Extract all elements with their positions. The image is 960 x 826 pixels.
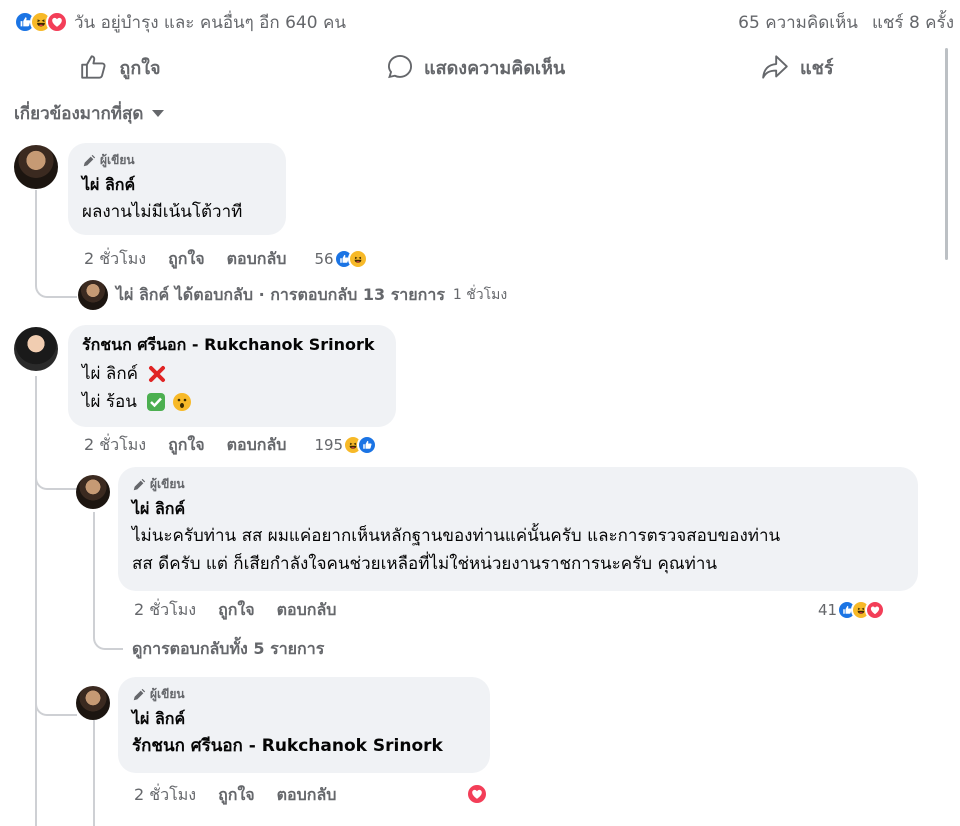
comment-meta: 2 ชั่วโมง ถูกใจ ตอบกลับ [134,597,336,623]
comment-timestamp[interactable]: 2 ชั่วโมง [134,783,196,808]
comment-reply-link[interactable]: ตอบกลับ [227,247,287,272]
comment-reply-link[interactable]: ตอบกลับ [277,783,337,808]
comment-author-name[interactable]: ไผ่ ลิกค์ [132,497,904,522]
thread-connector [35,696,77,716]
comment-text-line: ไผ่ ลิกค์ [82,360,382,388]
comment-like-link[interactable]: ถูกใจ [218,783,255,808]
comment-reaction-count[interactable]: 56 [314,249,368,269]
avatar[interactable] [14,145,58,189]
pencil-icon [132,688,146,702]
comment-reaction-count[interactable]: 195 [314,435,378,455]
like-reaction-icon [357,435,378,455]
comment-meta: 2 ชั่วโมง ถูกใจ ตอบกลับ 195 [84,432,378,458]
pencil-icon [132,478,146,492]
thread-line [35,190,37,280]
comment-bubble: ผู้เขียน ไผ่ ลิกค์ ไม่นะครับท่าน สส ผมแค… [118,467,918,591]
comment-text: ไผ่ ร้อน [82,392,137,412]
avatar [78,280,108,310]
scrollbar[interactable] [945,48,948,260]
haha-reaction-icon [347,249,368,269]
share-button-label: แชร์ [800,57,834,79]
comment-bubble-icon [387,54,413,79]
avatar[interactable] [76,686,110,720]
share-button[interactable]: แชร์ [640,46,940,88]
comment-reply-link[interactable]: ตอบกลับ [277,598,337,623]
comment-button[interactable]: แสดงความคิดเห็น [330,46,640,88]
author-badge: ผู้เขียน [132,685,476,704]
reply-summary-text: ไผ่ ลิกค์ ได้ตอบกลับ · การตอบกลับ 13 ราย… [116,284,445,304]
post-counts: 65 ความคิดเห็น แชร์ 8 ครั้ง [738,9,954,35]
author-badge-label: ผู้เขียน [150,687,185,701]
view-all-replies-link[interactable]: ดูการตอบกลับทั้ง 5 รายการ [132,636,324,662]
author-badge-label: ผู้เขียน [100,153,135,167]
thread-connector [93,634,123,650]
reaction-count-number: 41 [818,601,838,619]
avatar[interactable] [76,475,110,509]
comment-author-name[interactable]: ไผ่ ลิกค์ [82,173,272,198]
author-badge: ผู้เขียน [132,475,904,494]
comment-timestamp[interactable]: 2 ชั่วโมง [84,433,146,458]
avatar[interactable] [14,327,58,371]
love-reaction-icon [46,11,68,33]
comment-author-name[interactable]: ไผ่ ลิกค์ [132,707,476,732]
mentioned-user-tag[interactable]: รักชนก ศรีนอก - Rukchanok Srinork [132,732,476,760]
reaction-count-number: 56 [314,250,334,268]
comment-text: สส ดีครับ แต่ ก็เสียกำลังใจคนช่วยเหลือที… [132,554,717,574]
reaction-summary-text[interactable]: วัน อยู่บำรุง และ คนอื่นๆ อีก 640 คน [74,9,346,36]
share-count[interactable]: แชร์ 8 ครั้ง [872,9,954,36]
love-reaction-icon [466,783,488,805]
comment-filter-dropdown[interactable]: เกี่ยวข้องมากที่สุด [14,100,165,126]
thread-connector [35,278,77,298]
comment-text: ไผ่ ลิกค์ [82,364,138,384]
thread-line [93,512,95,637]
comment-text: ไม่นะครับท่าน สส ผมแค่อยากเห็นหลักฐานของ… [132,526,781,546]
comment-like-link[interactable]: ถูกใจ [168,247,205,272]
share-arrow-icon [762,55,788,79]
view-replies-link[interactable]: ไผ่ ลิกค์ ได้ตอบกลับ · การตอบกลับ 13 ราย… [78,280,507,310]
comment-author-name[interactable]: รักชนก ศรีนอก - Rukchanok Srinork [82,333,382,358]
pencil-icon [82,154,96,168]
thread-line [93,720,95,826]
comment-count[interactable]: 65 ความคิดเห็น [738,9,858,36]
comment-like-link[interactable]: ถูกใจ [218,598,255,623]
comment-meta: 2 ชั่วโมง ถูกใจ ตอบกลับ [134,782,336,808]
comment-reaction-count[interactable]: 41 [818,597,886,623]
reaction-summary[interactable]: วัน อยู่บำรุง และ คนอื่นๆ อีก 640 คน [14,9,346,35]
comment-like-link[interactable]: ถูกใจ [168,433,205,458]
comment-bubble: ผู้เขียน ไผ่ ลิกค์ รักชนก ศรีนอก - Rukch… [118,677,490,773]
comment-reaction-count[interactable] [466,783,488,805]
comment-filter-label: เกี่ยวข้องมากที่สุด [14,103,144,124]
comment-text: ผลงานไม่มีเน้นโต้วาที [82,202,243,222]
comment-reply-link[interactable]: ตอบกลับ [227,433,287,458]
post-action-bar: ถูกใจ แสดงความคิดเห็น แชร์ [0,46,940,88]
like-button[interactable]: ถูกใจ [0,46,330,88]
thumbs-up-icon [81,55,106,79]
thread-line [35,376,37,826]
caret-down-icon [152,110,165,117]
comment-button-label: แสดงความคิดเห็น [424,57,566,79]
cross-mark-icon [149,366,166,382]
comment-timestamp[interactable]: 2 ชั่วโมง [84,247,146,272]
love-reaction-icon [865,600,886,620]
comment-bubble: รักชนก ศรีนอก - Rukchanok Srinork ไผ่ ลิ… [68,325,396,427]
author-badge: ผู้เขียน [82,151,272,170]
like-button-label: ถูกใจ [119,57,161,79]
view-replies-text: ดูการตอบกลับทั้ง 5 รายการ [132,638,325,658]
reaction-count-number: 195 [314,436,344,454]
thread-connector [35,470,77,490]
author-badge-label: ผู้เขียน [150,477,185,491]
reply-summary-time: 1 ชั่วโมง [452,287,508,303]
comment-text-line: ไผ่ ร้อน [82,388,382,416]
comment-meta: 2 ชั่วโมง ถูกใจ ตอบกลับ 56 [84,246,368,272]
comment-timestamp[interactable]: 2 ชั่วโมง [134,598,196,623]
comment-bubble: ผู้เขียน ไผ่ ลิกค์ ผลงานไม่มีเน้นโต้วาที [68,143,286,235]
check-mark-icon [147,393,166,411]
astonished-face-icon [172,393,191,411]
